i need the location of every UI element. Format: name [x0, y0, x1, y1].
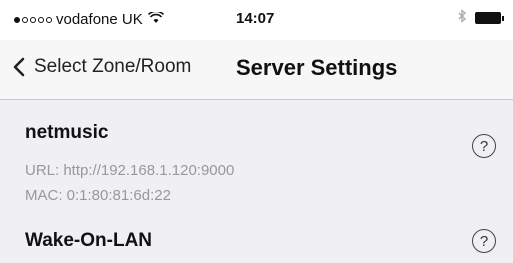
server-name: netmusic [25, 122, 109, 143]
back-button-label: Select Zone/Room [34, 56, 192, 77]
signal-strength-icon [14, 16, 52, 23]
server-settings-content: netmusic URL: http://192.168.1.120:9000 … [0, 100, 513, 263]
bluetooth-icon [458, 9, 467, 26]
status-right [458, 9, 504, 26]
server-help-button[interactable]: ? [472, 134, 496, 158]
back-button[interactable]: Select Zone/Room [12, 56, 191, 78]
signal-dot [38, 16, 44, 23]
page-title: Server Settings [236, 55, 398, 80]
wifi-icon [147, 10, 164, 28]
status-bar: vodafone UK 14:07 [0, 0, 513, 40]
status-time: 14:07 [236, 10, 275, 27]
signal-dot [14, 16, 20, 23]
navigation-bar: Select Zone/Room Server Settings [0, 40, 513, 100]
signal-dot [46, 16, 52, 23]
carrier-name: vodafone UK [56, 11, 143, 28]
status-left: vodafone UK [14, 10, 164, 28]
wake-on-lan-label: Wake-On-LAN [25, 230, 153, 251]
question-circle-icon: ? [479, 137, 489, 155]
battery-icon [475, 11, 504, 24]
server-mac: MAC: 0:1:80:81:6d:22 [25, 187, 171, 204]
signal-dot [22, 16, 28, 23]
question-circle-icon: ? [479, 232, 489, 250]
wake-on-lan-help-button[interactable]: ? [472, 229, 496, 253]
signal-dot [30, 16, 36, 23]
chevron-left-icon [13, 57, 25, 77]
server-url: URL: http://192.168.1.120:9000 [25, 162, 235, 179]
